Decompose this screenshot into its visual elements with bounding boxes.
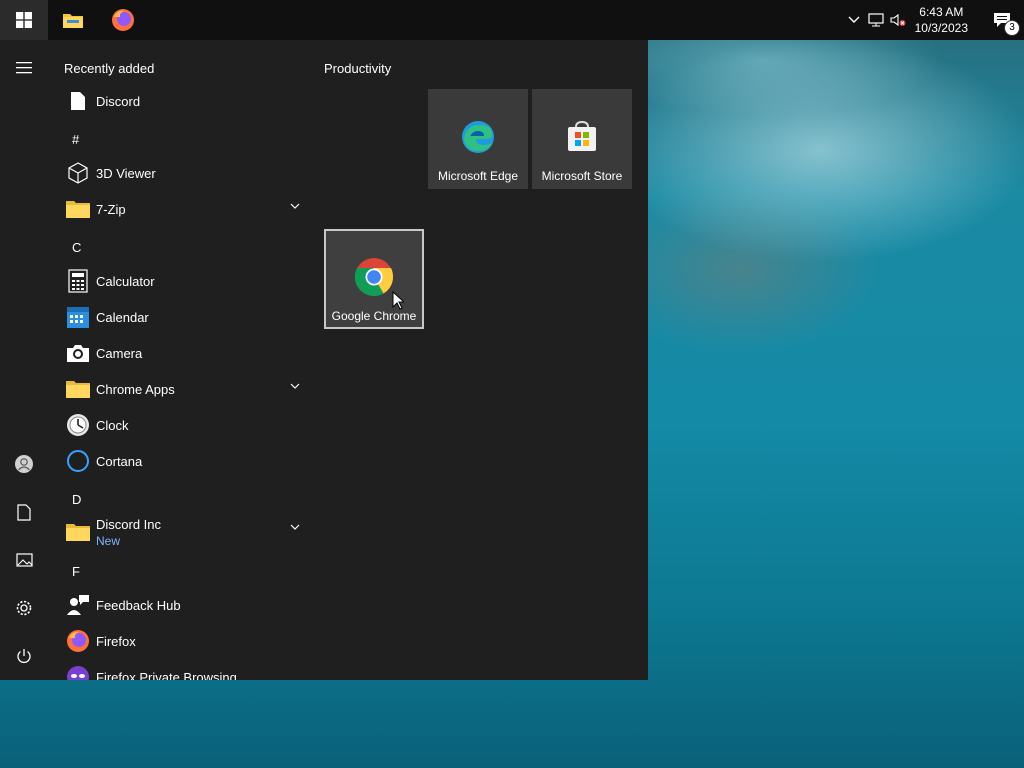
tile-microsoft-edge[interactable]: Microsoft Edge: [428, 89, 528, 189]
firefox-icon: [112, 9, 134, 31]
app-firefox[interactable]: Firefox: [48, 623, 312, 659]
taskbar: 6:43 AM 10/3/2023 3: [0, 0, 1024, 40]
tile-label: Google Chrome: [331, 309, 417, 323]
app-label: 3D Viewer: [96, 165, 156, 181]
expand-menu-button[interactable]: [0, 44, 48, 92]
folder-icon: [66, 524, 90, 541]
system-tray: 6:43 AM 10/3/2023 3: [843, 0, 1024, 40]
section-header-f[interactable]: F: [72, 564, 80, 579]
action-center-button[interactable]: 3: [980, 0, 1024, 40]
documents-button[interactable]: [0, 488, 48, 536]
app-camera[interactable]: Camera: [48, 335, 312, 371]
app-label: Feedback Hub: [96, 597, 181, 613]
app-label-group: Discord Inc New: [96, 517, 161, 548]
taskbar-clock[interactable]: 6:43 AM 10/3/2023: [909, 4, 980, 36]
app-label: Calendar: [96, 309, 149, 325]
calculator-icon: [68, 269, 88, 293]
app-label: Discord: [96, 93, 141, 109]
tray-overflow-chevron-icon[interactable]: [843, 0, 865, 40]
tile-label: Microsoft Store: [541, 169, 623, 183]
network-icon[interactable]: [865, 0, 887, 40]
tiles-group-header[interactable]: Productivity: [324, 61, 391, 76]
app-calendar[interactable]: Calendar: [48, 299, 312, 335]
clock-date: 10/3/2023: [914, 21, 968, 35]
app-label: Chrome Apps: [96, 381, 175, 397]
start-button[interactable]: [0, 0, 48, 40]
clock-icon: [67, 414, 89, 436]
app-list: Recently added Discord # 3D Viewer 7-Zip…: [48, 40, 312, 680]
start-menu: Recently added Discord # 3D Viewer 7-Zip…: [0, 40, 648, 680]
section-header-d[interactable]: D: [72, 492, 81, 507]
gear-icon: [16, 600, 32, 616]
app-label: Firefox: [96, 633, 136, 649]
tile-label: Microsoft Edge: [437, 169, 519, 183]
firefox-icon: [67, 630, 89, 652]
recently-added-header: Recently added: [64, 61, 155, 76]
mouse-cursor-icon: [392, 291, 404, 310]
power-icon: [17, 649, 31, 663]
firefox-private-icon: [67, 666, 89, 680]
app-label: Cortana: [96, 453, 143, 469]
app-discord-inc-folder[interactable]: Discord Inc New: [48, 512, 312, 552]
chevron-down-icon[interactable]: [290, 524, 300, 530]
store-icon: [568, 120, 596, 151]
start-rail: [0, 40, 48, 680]
power-button[interactable]: [0, 632, 48, 680]
chevron-down-icon[interactable]: [290, 203, 300, 209]
feedback-icon: [67, 595, 89, 615]
tile-google-chrome[interactable]: Google Chrome: [324, 229, 424, 329]
user-icon: [15, 455, 33, 473]
windows-logo-icon: [16, 12, 32, 28]
taskbar-file-explorer[interactable]: [48, 0, 98, 40]
pictures-button[interactable]: [0, 536, 48, 584]
cortana-icon: [67, 450, 89, 472]
app-label: Calculator: [96, 273, 155, 289]
clock-time: 6:43 AM: [919, 5, 964, 19]
hamburger-menu-icon: [16, 62, 32, 74]
app-label: 7-Zip: [96, 201, 126, 217]
document-icon: [71, 92, 85, 110]
app-chrome-apps-folder[interactable]: Chrome Apps: [48, 371, 312, 407]
app-discord[interactable]: Discord: [48, 83, 312, 119]
folder-icon: [66, 201, 90, 218]
pictures-icon: [15, 553, 33, 567]
app-label: Clock: [96, 417, 129, 433]
app-feedback-hub[interactable]: Feedback Hub: [48, 587, 312, 623]
tile-microsoft-store[interactable]: Microsoft Store: [532, 89, 632, 189]
calendar-icon: [67, 307, 89, 328]
new-badge: New: [96, 533, 121, 548]
section-header-c[interactable]: C: [72, 240, 81, 255]
app-label: Discord Inc: [96, 516, 162, 532]
folder-icon: [63, 14, 83, 28]
app-3d-viewer[interactable]: 3D Viewer: [48, 155, 312, 191]
edge-icon: [462, 121, 494, 153]
folder-icon: [66, 381, 90, 398]
camera-icon: [67, 345, 89, 362]
app-cortana[interactable]: Cortana: [48, 443, 312, 479]
app-label: Camera: [96, 345, 143, 361]
app-calculator[interactable]: Calculator: [48, 263, 312, 299]
app-clock[interactable]: Clock: [48, 407, 312, 443]
document-icon: [17, 503, 31, 521]
section-header-hash[interactable]: #: [72, 132, 79, 147]
app-7zip-folder[interactable]: 7-Zip: [48, 191, 312, 227]
settings-button[interactable]: [0, 584, 48, 632]
chevron-down-icon[interactable]: [290, 383, 300, 389]
cube-icon: [68, 162, 88, 184]
notification-count-badge: 3: [1004, 20, 1020, 36]
app-firefox-private[interactable]: Firefox Private Browsing: [48, 659, 312, 680]
app-label: Firefox Private Browsing: [96, 669, 237, 681]
chrome-icon: [354, 258, 394, 297]
user-account-button[interactable]: [0, 440, 48, 488]
volume-muted-icon[interactable]: [887, 0, 909, 40]
taskbar-firefox[interactable]: [98, 0, 148, 40]
